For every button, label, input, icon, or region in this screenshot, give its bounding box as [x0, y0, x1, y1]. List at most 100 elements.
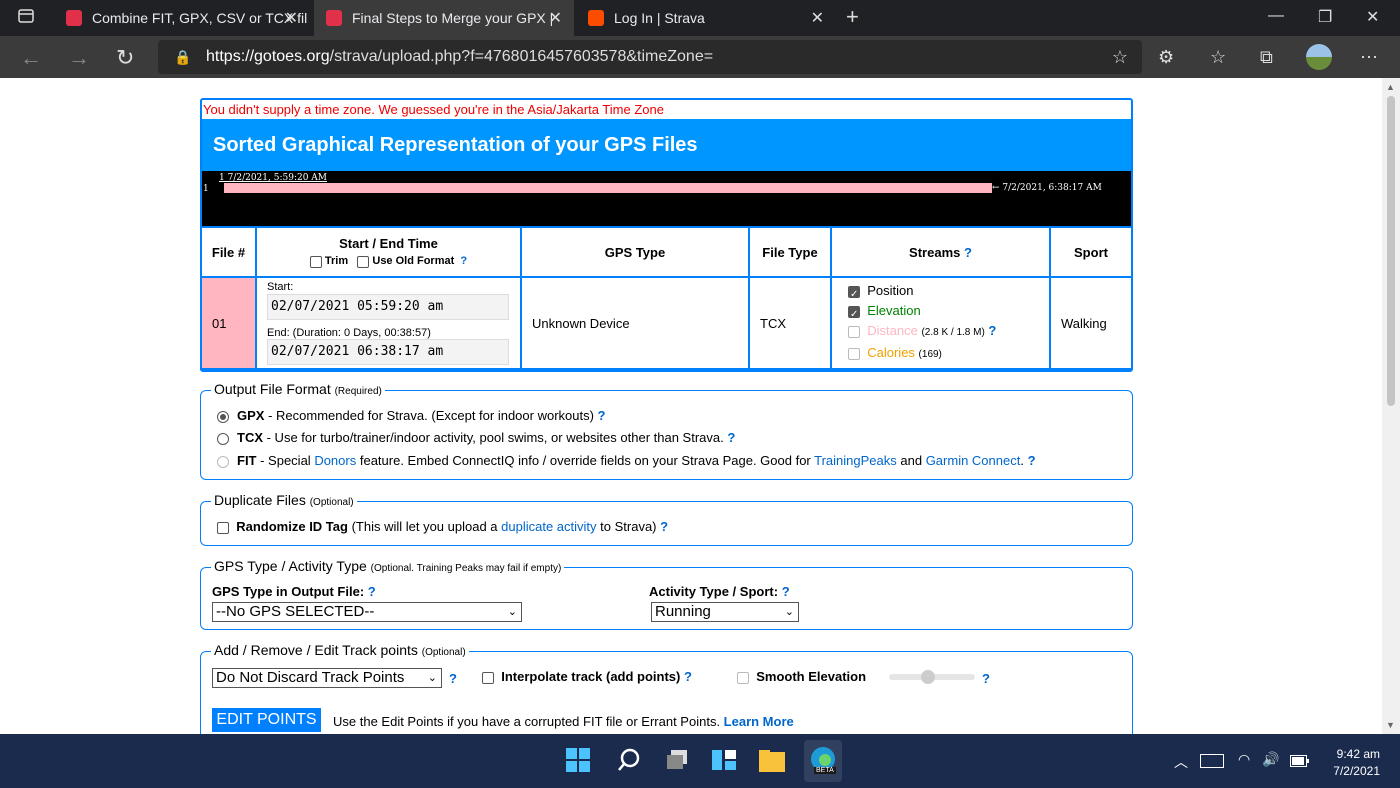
page-scrollbar[interactable]: ▲ ▼	[1382, 78, 1400, 734]
strava-favicon-icon	[588, 10, 604, 26]
help-link[interactable]: ?	[988, 323, 996, 338]
randomize-desc: to Strava)	[596, 519, 661, 534]
randomize-checkbox[interactable]	[217, 521, 229, 534]
collections-icon[interactable]: ⧉	[1260, 47, 1273, 68]
distance-checkbox[interactable]	[848, 325, 860, 338]
randomize-option[interactable]: Randomize ID Tag (This will let you uplo…	[217, 519, 668, 534]
more-icon[interactable]: ⋯	[1360, 47, 1378, 68]
tcx-label: TCX	[237, 430, 263, 445]
refresh-icon[interactable]: ↻	[116, 45, 134, 71]
smooth-label: Smooth Elevation	[756, 669, 867, 684]
restore-icon[interactable]: ❐	[1318, 7, 1332, 27]
slider-thumb[interactable]	[921, 670, 935, 684]
streams-heading: Streams	[909, 244, 961, 260]
url-bar[interactable]: 🔒 https://gotoes.org/strava/upload.php?f…	[158, 40, 1142, 74]
stream-calories: Calories (169)	[848, 343, 1049, 365]
close-window-icon[interactable]: ✕	[1366, 7, 1379, 27]
tcx-radio[interactable]	[217, 432, 229, 445]
legend-note: (Optional)	[421, 647, 466, 658]
profile-avatar[interactable]	[1306, 44, 1332, 70]
help-link[interactable]: ?	[782, 584, 790, 599]
activity-type-select[interactable]: Running ⌄	[651, 602, 799, 622]
tcx-option[interactable]: TCX - Use for turbo/trainer/indoor activ…	[217, 430, 735, 445]
fit-radio[interactable]	[217, 455, 229, 468]
gpx-option[interactable]: GPX - Recommended for Strava. (Except fo…	[217, 408, 606, 423]
table-header-row: File # Start / End Time Trim Use Old For…	[200, 226, 1133, 278]
minimize-icon[interactable]: —	[1268, 7, 1284, 25]
help-link[interactable]: ?	[982, 671, 990, 686]
scroll-up-icon[interactable]: ▲	[1386, 82, 1395, 92]
close-tab-icon[interactable]: ✕	[549, 8, 562, 28]
favorite-star-icon[interactable]: ☆	[1112, 40, 1128, 74]
elevation-checkbox[interactable]	[848, 305, 860, 325]
favorites-icon[interactable]: ☆	[1210, 47, 1226, 68]
help-link[interactable]: ?	[727, 430, 735, 445]
track-discard-select[interactable]: Do Not Discard Track Points ⌄	[212, 668, 442, 688]
help-link[interactable]: ?	[449, 671, 457, 686]
tab-strava[interactable]: Log In | Strava ✕	[576, 0, 836, 36]
learn-more-link[interactable]: Learn More	[724, 714, 794, 729]
gps-activity-fieldset: GPS Type / Activity Type (Optional. Trai…	[200, 558, 1133, 630]
col-file-type: File Type	[748, 226, 832, 278]
duplicate-activity-link[interactable]: duplicate activity	[501, 519, 596, 534]
col-gps-type: GPS Type	[520, 226, 750, 278]
scroll-down-icon[interactable]: ▼	[1386, 720, 1395, 730]
interpolate-option[interactable]: Interpolate track (add points) ?	[482, 669, 692, 684]
new-tab-button[interactable]: +	[846, 4, 859, 30]
stream-elevation: Elevation	[848, 301, 1049, 325]
tab-title: Final Steps to Merge your GPX |	[352, 10, 554, 26]
use-old-format-checkbox[interactable]	[357, 255, 370, 268]
keyboard-icon[interactable]	[1200, 754, 1224, 773]
file-explorer-icon[interactable]	[759, 748, 785, 777]
gpx-radio[interactable]	[217, 410, 229, 423]
donors-link[interactable]: Donors	[314, 453, 356, 468]
end-datetime-input[interactable]: 02/07/2021 06:38:17 am	[267, 339, 509, 365]
edge-beta-icon[interactable]: BETA	[804, 740, 842, 782]
garmin-connect-link[interactable]: Garmin Connect	[926, 453, 1021, 468]
gpx-label: GPX	[237, 408, 265, 423]
help-link[interactable]: ?	[368, 584, 376, 599]
battery-icon[interactable]	[1290, 754, 1310, 772]
widgets-icon[interactable]	[712, 748, 736, 777]
gps-type-value: --No GPS SELECTED--	[216, 603, 375, 620]
close-tab-icon[interactable]: ✕	[285, 8, 298, 28]
close-tab-icon[interactable]: ✕	[811, 8, 824, 28]
help-link[interactable]: ?	[460, 255, 467, 267]
forward-icon[interactable]: →	[68, 45, 90, 71]
help-link[interactable]: ?	[598, 408, 606, 423]
start-end-cell: Start: 02/07/2021 05:59:20 am End: (Dura…	[255, 276, 522, 370]
volume-icon[interactable]: 🔊	[1262, 751, 1279, 768]
smooth-option[interactable]: Smooth Elevation	[737, 669, 866, 684]
trim-checkbox[interactable]	[309, 255, 322, 268]
edit-points-button[interactable]: EDIT POINTS	[212, 708, 321, 732]
search-icon[interactable]	[617, 748, 641, 777]
tab-actions-icon[interactable]	[18, 8, 34, 29]
start-icon[interactable]	[566, 748, 590, 777]
help-link[interactable]: ?	[684, 669, 692, 684]
clock[interactable]: 9:42 am 7/2/2021	[1320, 746, 1380, 780]
help-link[interactable]: ?	[964, 245, 972, 260]
show-hidden-icons[interactable]: ︿	[1174, 752, 1188, 772]
task-view-icon[interactable]	[665, 748, 689, 777]
extensions-icon[interactable]: ⚙	[1158, 47, 1174, 68]
position-checkbox[interactable]	[848, 285, 860, 305]
wifi-icon[interactable]: ◠	[1238, 751, 1250, 768]
smooth-checkbox[interactable]	[737, 671, 749, 684]
tab-final-steps[interactable]: Final Steps to Merge your GPX | ✕	[314, 0, 574, 36]
fit-option[interactable]: FIT - Special Donors feature. Embed Conn…	[217, 453, 1036, 468]
gps-type-select[interactable]: --No GPS SELECTED-- ⌄	[212, 602, 522, 622]
elevation-label: Elevation	[867, 303, 921, 318]
help-link[interactable]: ?	[1028, 453, 1036, 468]
table-row: 01 Start: 02/07/2021 05:59:20 am End: (D…	[200, 276, 1133, 370]
trim-label: Trim	[324, 255, 349, 268]
back-icon[interactable]: ←	[20, 45, 42, 71]
smooth-slider[interactable]	[889, 670, 975, 684]
interpolate-checkbox[interactable]	[482, 671, 494, 684]
calories-checkbox[interactable]	[848, 347, 860, 360]
help-link[interactable]: ?	[660, 519, 668, 534]
tab-combine[interactable]: Combine FIT, GPX, CSV or TCX fil ✕	[54, 0, 310, 36]
timezone-warning: You didn't supply a time zone. We guesse…	[203, 102, 664, 117]
trainingpeaks-link[interactable]: TrainingPeaks	[814, 453, 897, 468]
start-datetime-input[interactable]: 02/07/2021 05:59:20 am	[267, 294, 509, 320]
scroll-thumb[interactable]	[1387, 96, 1395, 406]
